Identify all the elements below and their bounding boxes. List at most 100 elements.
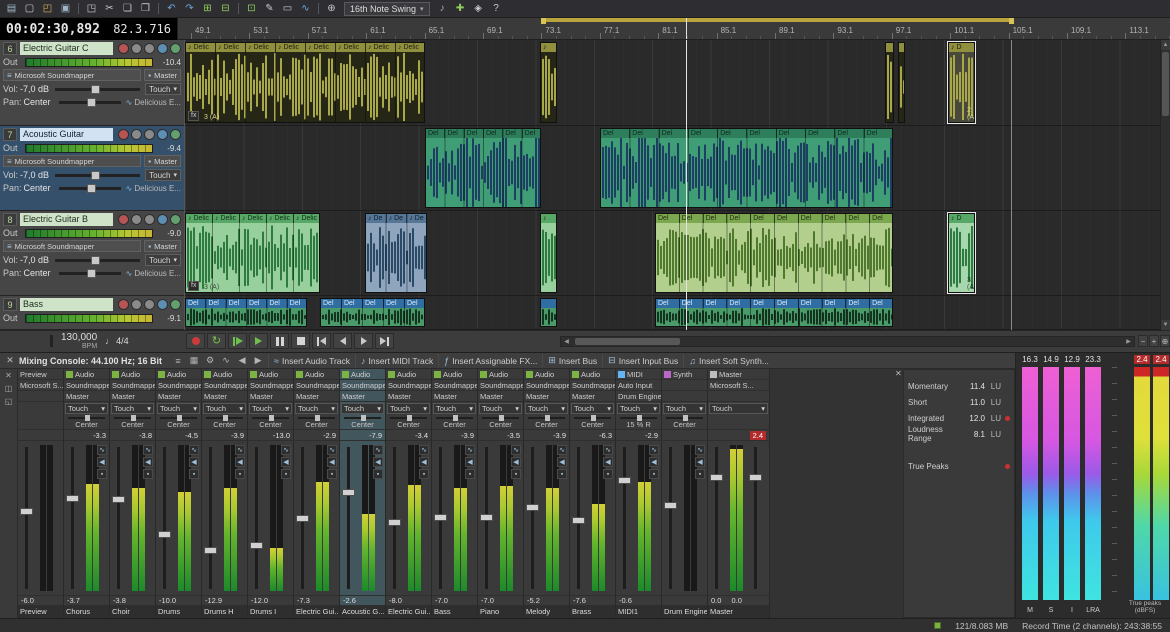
fader-handle[interactable]: [572, 517, 585, 524]
playhead[interactable]: [686, 40, 687, 330]
pan-slider-handle[interactable]: [87, 269, 96, 278]
phase-invert-icon[interactable]: ▪: [603, 469, 613, 479]
audio-clip[interactable]: DelDelDelDelDelDel: [185, 298, 307, 327]
window-menu-icon[interactable]: ▤: [3, 1, 20, 16]
snap-toggle-icon[interactable]: ⊞: [199, 1, 216, 16]
phase-invert-icon[interactable]: ▪: [649, 469, 659, 479]
arrangement-timeline[interactable]: ♪ Delic♪ Delic♪ Delic♪ Delic♪ Delic♪ Del…: [185, 40, 1160, 330]
scroll-left-icon[interactable]: ◀: [561, 338, 572, 345]
pan-control[interactable]: Center: [432, 415, 477, 430]
pan-slider-handle[interactable]: [131, 415, 136, 421]
volume-slider[interactable]: [55, 259, 140, 262]
output-device-chip[interactable]: ≡Microsoft Soundmapper: [3, 240, 141, 252]
dock-pin-icon[interactable]: ◫: [5, 384, 13, 393]
loop-handle[interactable]: [1009, 18, 1014, 24]
pan-slider-handle[interactable]: [545, 415, 550, 421]
fader-handle[interactable]: [158, 531, 171, 538]
scroll-up-icon[interactable]: ▲: [1161, 40, 1170, 50]
metronome-icon[interactable]: ◈: [470, 1, 487, 16]
track-header-acoustic-guitar[interactable]: 7Acoustic GuitarOut-9.4≡Microsoft Soundm…: [0, 126, 184, 211]
pan-slider-handle[interactable]: [637, 415, 642, 421]
audio-clip[interactable]: DelDelDelDelDel: [320, 298, 425, 327]
track-header-bass[interactable]: 9BassOut-9.1: [0, 296, 184, 330]
pan-slider-handle[interactable]: [223, 415, 228, 421]
input-monitor-icon[interactable]: ◀: [465, 457, 475, 467]
solo-button[interactable]: [144, 299, 155, 310]
output-bus-chip[interactable]: ▪Master: [144, 155, 181, 167]
mixer-strip-electric-gui[interactable]: AudioSoundmapperMasterTouch▾Center-3.4∿◀…: [386, 369, 432, 618]
fader-handle[interactable]: [342, 489, 355, 496]
volume-slider-handle[interactable]: [91, 171, 100, 180]
mixer-grid-view-icon[interactable]: ▦: [187, 355, 201, 367]
fx-button[interactable]: [157, 299, 168, 310]
close-icon[interactable]: ✕: [5, 371, 12, 380]
open-project-icon[interactable]: ◰: [39, 1, 56, 16]
phase-invert-icon[interactable]: ▪: [557, 469, 567, 479]
insert-midi-track-button[interactable]: ♪Insert MIDI Track: [355, 354, 438, 367]
close-icon[interactable]: ✕: [4, 355, 16, 366]
mute-button[interactable]: [131, 129, 142, 140]
close-icon[interactable]: ✕: [895, 369, 902, 378]
stop-button[interactable]: [291, 333, 310, 349]
track-fx-label[interactable]: ∿Delicious E...: [126, 269, 181, 278]
fx-chain-icon[interactable]: ∿: [603, 445, 613, 455]
loop-playback-button[interactable]: ↻: [207, 333, 226, 349]
audio-clip[interactable]: [885, 42, 894, 123]
audio-clip[interactable]: ♪ Delic♪ Delic♪ Delic♪ Delic♪ Delicfx3 (…: [185, 213, 320, 293]
input-monitor-icon[interactable]: ◀: [511, 457, 521, 467]
mixer-strip-bass[interactable]: AudioSoundmapperMasterTouch▾Center-3.9∿◀…: [432, 369, 478, 618]
solo-button[interactable]: [144, 129, 155, 140]
next-marker-button[interactable]: [354, 333, 373, 349]
audio-clip[interactable]: DelDelDelDelDelDel: [425, 128, 541, 208]
input-monitor-icon[interactable]: ◀: [603, 457, 613, 467]
pan-slider-handle[interactable]: [361, 415, 366, 421]
pan-control[interactable]: Center: [662, 415, 707, 430]
input-monitor-icon[interactable]: ◀: [557, 457, 567, 467]
pan-control[interactable]: Center: [64, 415, 109, 430]
phase-invert-icon[interactable]: ▪: [695, 469, 705, 479]
track-name-field[interactable]: Electric Guitar C: [20, 42, 113, 55]
automation-mode-dropdown[interactable]: Touch▾: [571, 403, 614, 414]
solo-button[interactable]: [144, 43, 155, 54]
mixer-next-icon[interactable]: ▶: [251, 355, 265, 367]
cut-icon[interactable]: ✂: [101, 1, 118, 16]
pan-control[interactable]: Center: [202, 415, 247, 430]
fx-chain-icon[interactable]: ∿: [97, 445, 107, 455]
fx-chain-icon[interactable]: ∿: [511, 445, 521, 455]
pan-slider-handle[interactable]: [269, 415, 274, 421]
mixer-strip-preview[interactable]: PreviewMicrosoft S...-6.0Preview: [18, 369, 64, 618]
fx-button[interactable]: [157, 43, 168, 54]
pan-control[interactable]: Center: [524, 415, 569, 430]
mixer-strip-piano[interactable]: AudioSoundmapperMasterTouch▾Center-3.5∿◀…: [478, 369, 524, 618]
audio-clip[interactable]: DelDelDelDelDelDelDelDelDelDel: [600, 128, 893, 208]
automation-button[interactable]: [170, 214, 181, 225]
output-bus-chip[interactable]: ▪Master: [144, 240, 181, 252]
fx-chain-icon[interactable]: ∿: [235, 445, 245, 455]
undo-icon[interactable]: ↶: [163, 1, 180, 16]
phase-invert-icon[interactable]: ▪: [511, 469, 521, 479]
chopper-icon[interactable]: ♪: [434, 1, 451, 16]
audio-clip[interactable]: ♪ De♪ De♪ De: [365, 213, 427, 293]
timeline-vertical-scrollbar[interactable]: ▲ ▼: [1160, 40, 1170, 330]
zoom-in-button[interactable]: +: [1149, 335, 1159, 347]
automation-mode-dropdown[interactable]: Touch▾: [709, 403, 768, 414]
insert-audio-track-button[interactable]: ≈Insert Audio Track: [268, 354, 355, 367]
vertical-scroll-thumb[interactable]: [1162, 52, 1169, 116]
track-header-electric-guitar-c[interactable]: 6Electric Guitar COut-10.4≡Microsoft Sou…: [0, 40, 184, 126]
input-monitor-icon[interactable]: ◀: [189, 457, 199, 467]
tempo-section[interactable]: 130,000 BPM ♩ 4/4: [50, 332, 129, 350]
zoom-out-button[interactable]: −: [1138, 335, 1148, 347]
clip-indicator[interactable]: 2.4: [750, 431, 766, 440]
time-display[interactable]: 00:02:30,892 82.3.716: [0, 18, 178, 40]
input-monitor-icon[interactable]: ◀: [327, 457, 337, 467]
audio-clip[interactable]: [898, 42, 905, 123]
phase-invert-icon[interactable]: ▪: [373, 469, 383, 479]
selection-tool-icon[interactable]: ▭: [279, 1, 296, 16]
ruler-playhead-cursor[interactable]: [686, 18, 687, 39]
arm-record-button[interactable]: [118, 129, 129, 140]
render-project-icon[interactable]: ◳: [83, 1, 100, 16]
pan-slider-handle[interactable]: [453, 415, 458, 421]
input-monitor-icon[interactable]: ◀: [695, 457, 705, 467]
audio-clip[interactable]: ♪ D3 (A): [948, 213, 975, 293]
automation-mode-dropdown[interactable]: Touch▾: [145, 254, 181, 266]
